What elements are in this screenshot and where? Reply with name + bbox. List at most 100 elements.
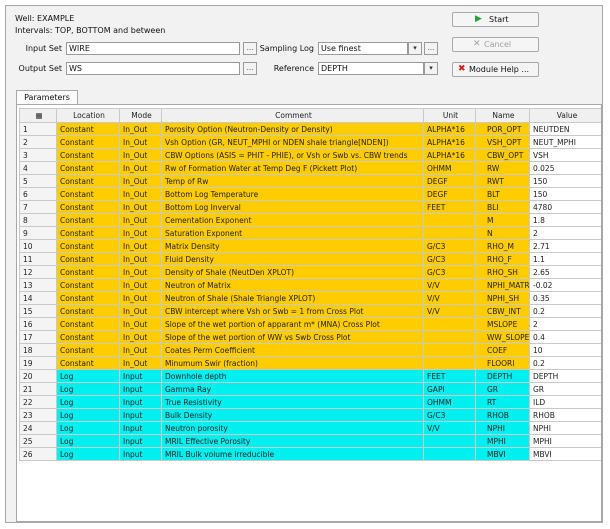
value-cell[interactable]: RHOB bbox=[529, 408, 601, 422]
comment-cell: Neutron porosity bbox=[161, 421, 424, 435]
table-row[interactable]: 10 Constant In_Out Matrix Density G/C3 RHO_M 2… bbox=[19, 239, 601, 253]
name-cell: COEF bbox=[475, 343, 530, 357]
mode-cell: In_Out bbox=[119, 304, 162, 318]
value-cell[interactable]: DEPTH bbox=[529, 369, 601, 383]
table-row[interactable]: 2 Constant In_Out Vsh Option (GR, NEUT_MPHI… bbox=[19, 135, 601, 149]
value-cell[interactable]: 150 bbox=[529, 174, 601, 188]
value-cell[interactable]: 0.35 bbox=[529, 291, 601, 305]
mode-cell: Input bbox=[119, 369, 162, 383]
table-row[interactable]: 5 Constant In_Out Temp of Rw DEGF RWT 150 bbox=[19, 174, 601, 188]
table-row[interactable]: 3 Constant In_Out CBW Options (ASIS = PHIT … bbox=[19, 148, 601, 162]
value-cell[interactable]: GR bbox=[529, 382, 601, 396]
col-comment[interactable]: Comment bbox=[161, 108, 424, 123]
unit-cell: G/C3 bbox=[423, 252, 476, 266]
value-cell[interactable]: 0.025 bbox=[529, 161, 601, 175]
value-cell[interactable]: 2 bbox=[529, 317, 601, 331]
name-cell: MSLOPE bbox=[475, 317, 530, 331]
col-unit[interactable]: Unit bbox=[423, 108, 476, 123]
table-row[interactable]: 19 Constant In_Out Minumum Swir (fraction) F… bbox=[19, 356, 601, 370]
value-cell[interactable]: 2 bbox=[529, 226, 601, 240]
unit-cell: GAPI bbox=[423, 382, 476, 396]
table-row[interactable]: 20 Log Input Downhole depth FEET DEPTH DEPTH bbox=[19, 369, 601, 383]
input-set-browse-button[interactable]: ... bbox=[243, 42, 257, 55]
comment-cell: Porosity Option (Neutron-Density or Dens… bbox=[161, 122, 424, 136]
table-row[interactable]: 8 Constant In_Out Cementation Exponent M 1.8 bbox=[19, 213, 601, 227]
value-cell[interactable]: -0.02 bbox=[529, 278, 601, 292]
comment-cell: CBW intercept where Vsh or Swb = 1 from … bbox=[161, 304, 424, 318]
name-cell: FLOORI bbox=[475, 356, 530, 370]
input-set-field[interactable]: WIRE bbox=[66, 42, 240, 55]
sampling-log-dropdown-icon[interactable]: ▾ bbox=[408, 42, 422, 55]
col-name[interactable]: Name bbox=[475, 108, 530, 123]
table-row[interactable]: 22 Log Input True Resistivity OHMM RT ILD bbox=[19, 395, 601, 409]
table-row[interactable]: 18 Constant In_Out Coates Perm Coefficient C… bbox=[19, 343, 601, 357]
sampling-log-browse-button[interactable]: ... bbox=[424, 42, 438, 55]
table-row[interactable]: 24 Log Input Neutron porosity V/V NPHI NPHI bbox=[19, 421, 601, 435]
value-cell[interactable]: MPHI bbox=[529, 434, 601, 448]
sampling-log-select[interactable]: Use finest bbox=[318, 42, 408, 55]
mode-cell: Input bbox=[119, 382, 162, 396]
table-row[interactable]: 11 Constant In_Out Fluid Density G/C3 RHO_F 1.… bbox=[19, 252, 601, 266]
table-row[interactable]: 7 Constant In_Out Bottom Log Inverval FEET BL… bbox=[19, 200, 601, 214]
table-row[interactable]: 26 Log Input MRIL Bulk volume irreducible MB… bbox=[19, 447, 601, 461]
row-number: 3 bbox=[19, 148, 57, 162]
value-cell[interactable]: ILD bbox=[529, 395, 601, 409]
unit-cell: ALPHA*16 bbox=[423, 148, 476, 162]
value-cell[interactable]: VSH bbox=[529, 148, 601, 162]
value-cell[interactable]: 0.2 bbox=[529, 356, 601, 370]
name-cell: RWT bbox=[475, 174, 530, 188]
value-cell[interactable]: 2.65 bbox=[529, 265, 601, 279]
value-cell[interactable]: 150 bbox=[529, 187, 601, 201]
name-cell: BLI bbox=[475, 200, 530, 214]
location-cell: Constant bbox=[56, 226, 120, 240]
select-all-icon[interactable]: ▦ bbox=[19, 108, 57, 123]
module-help-button[interactable]: ✖ Module Help ... bbox=[452, 62, 539, 77]
value-cell[interactable]: NEUT_MPHI bbox=[529, 135, 601, 149]
unit-cell: G/C3 bbox=[423, 408, 476, 422]
reference-dropdown-icon[interactable]: ▾ bbox=[424, 62, 438, 75]
value-cell[interactable]: NPHI bbox=[529, 421, 601, 435]
table-row[interactable]: 25 Log Input MRIL Effective Porosity MPHI MPH… bbox=[19, 434, 601, 448]
value-cell[interactable]: 10 bbox=[529, 343, 601, 357]
mode-cell: In_Out bbox=[119, 278, 162, 292]
output-set-browse-button[interactable]: ... bbox=[243, 62, 257, 75]
row-number: 12 bbox=[19, 265, 57, 279]
reference-select[interactable]: DEPTH bbox=[318, 62, 424, 75]
value-cell[interactable]: 0.2 bbox=[529, 304, 601, 318]
row-number: 7 bbox=[19, 200, 57, 214]
value-cell[interactable]: 4780 bbox=[529, 200, 601, 214]
tab-parameters[interactable]: Parameters bbox=[16, 90, 78, 105]
table-row[interactable]: 21 Log Input Gamma Ray GAPI GR GR bbox=[19, 382, 601, 396]
table-row[interactable]: 14 Constant In_Out Neutron of Shale (Shale … bbox=[19, 291, 601, 305]
table-row[interactable]: 23 Log Input Bulk Density G/C3 RHOB RHOB bbox=[19, 408, 601, 422]
value-cell[interactable]: NEUTDEN bbox=[529, 122, 601, 136]
table-row[interactable]: 1 Constant In_Out Porosity Option (Neutron-… bbox=[19, 122, 601, 136]
col-location[interactable]: Location bbox=[56, 108, 120, 123]
row-number: 6 bbox=[19, 187, 57, 201]
table-row[interactable]: 16 Constant In_Out Slope of the wet portion… bbox=[19, 317, 601, 331]
table-row[interactable]: 17 Constant In_Out Slope of the wet portion… bbox=[19, 330, 601, 344]
value-cell[interactable]: 0.4 bbox=[529, 330, 601, 344]
cancel-button[interactable]: ✕ Cancel bbox=[452, 37, 539, 52]
table-row[interactable]: 6 Constant In_Out Bottom Log Temperature DEG… bbox=[19, 187, 601, 201]
table-row[interactable]: 4 Constant In_Out Rw of Formation Water at … bbox=[19, 161, 601, 175]
value-cell[interactable]: 1.8 bbox=[529, 213, 601, 227]
value-cell[interactable]: MBVI bbox=[529, 447, 601, 461]
output-set-field[interactable]: WS bbox=[66, 62, 240, 75]
name-cell: GR bbox=[475, 382, 530, 396]
row-number: 16 bbox=[19, 317, 57, 331]
location-cell: Constant bbox=[56, 304, 120, 318]
col-value[interactable]: Value bbox=[529, 108, 601, 123]
table-row[interactable]: 15 Constant In_Out CBW intercept where Vsh … bbox=[19, 304, 601, 318]
start-button[interactable]: ▶ Start bbox=[452, 12, 539, 27]
table-row[interactable]: 12 Constant In_Out Density of Shale (NeutDe… bbox=[19, 265, 601, 279]
col-mode[interactable]: Mode bbox=[119, 108, 162, 123]
unit-cell: V/V bbox=[423, 421, 476, 435]
location-cell: Constant bbox=[56, 239, 120, 253]
value-cell[interactable]: 1.1 bbox=[529, 252, 601, 266]
table-row[interactable]: 9 Constant In_Out Saturation Exponent N 2 bbox=[19, 226, 601, 240]
value-cell[interactable]: 2.71 bbox=[529, 239, 601, 253]
comment-cell: Rw of Formation Water at Temp Deg F (Pic… bbox=[161, 161, 424, 175]
table-row[interactable]: 13 Constant In_Out Neutron of Matrix V/V NPHI… bbox=[19, 278, 601, 292]
mode-cell: In_Out bbox=[119, 343, 162, 357]
